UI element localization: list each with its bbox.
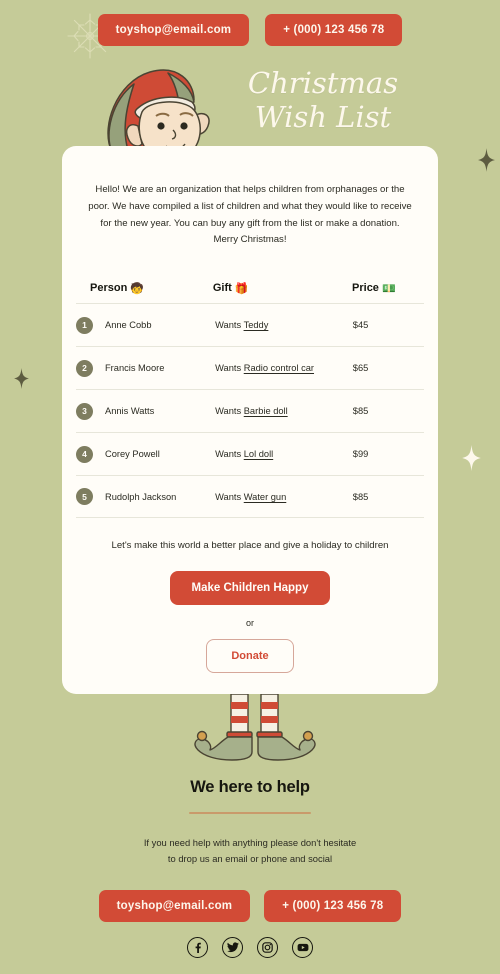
cell-price: $99 [352, 449, 369, 460]
row-number-badge: 1 [76, 316, 93, 334]
cell-gift-wants: Wants [215, 363, 242, 374]
table-row[interactable]: 5 Rudolph Jackson Wants Water gun $85 [76, 475, 424, 519]
page-title-line1: Christmas [247, 66, 399, 100]
cell-gift: Wants Barbie doll [215, 406, 353, 416]
table-header-row: Person 🧒 Gift 🎁 Price 💵 [76, 273, 424, 303]
sparkle-star-icon [462, 445, 481, 471]
cell-person: Francis Moore [105, 363, 165, 374]
cell-person: Anne Cobb [105, 320, 152, 331]
instagram-icon[interactable] [257, 936, 278, 958]
cell-gift-name[interactable]: Teddy [244, 320, 269, 330]
header-email-button[interactable]: toyshop@email.com [97, 14, 250, 46]
or-label: or [245, 618, 254, 629]
page-title-line2: Wish List [254, 100, 392, 135]
money-emoji-icon: 💵 [381, 282, 396, 295]
twitter-icon[interactable] [222, 936, 243, 958]
footer-text-line2: to drop us an email or phone and social [167, 853, 333, 865]
header-phone-button[interactable]: + (000) 123 456 78 [265, 14, 403, 46]
footer-title: We here to help [190, 778, 310, 796]
email-page: toyshop@email.com + (000) 123 456 78 Chr… [0, 0, 500, 974]
footer-text: If you need help with anything please do… [0, 835, 500, 868]
cell-gift-wants: Wants [215, 491, 242, 502]
sparkle-star-icon [478, 148, 495, 172]
footer-email-button[interactable]: toyshop@email.com [98, 889, 251, 922]
cell-gift-name[interactable]: Radio control car [244, 363, 314, 373]
page-title: Christmas Wish List [228, 66, 418, 134]
donate-button[interactable]: Donate [206, 639, 294, 674]
facebook-icon[interactable] [187, 936, 208, 958]
footer-phone-button[interactable]: + (000) 123 456 78 [264, 889, 402, 922]
cell-gift-wants: Wants [215, 406, 242, 417]
row-number-badge: 3 [76, 402, 93, 420]
cta-text: Let's make this world a better place and… [111, 540, 389, 552]
gift-emoji-icon: 🎁 [234, 282, 249, 295]
cell-price: $85 [352, 406, 369, 417]
column-header-person: Person 🧒 [90, 282, 213, 295]
cell-person: Annis Watts [105, 406, 155, 417]
cta-actions: Make Children Happy or Donate [62, 571, 438, 674]
cell-gift-name[interactable]: Lol doll [244, 449, 273, 459]
sparkle-star-icon [14, 368, 29, 389]
row-number-badge: 4 [76, 445, 93, 463]
cell-price: $45 [352, 320, 369, 331]
column-header-price: Price 💵 [352, 282, 424, 295]
child-emoji-icon: 🧒 [130, 282, 144, 295]
footer-contact-buttons: toyshop@email.com + (000) 123 456 78 [0, 889, 500, 922]
elf-legs-illustration [176, 693, 324, 764]
row-number-badge: 5 [76, 488, 93, 506]
cell-person: Rudolph Jackson [105, 491, 177, 502]
cell-gift-wants: Wants [215, 449, 242, 460]
column-header-gift-label: Gift [212, 282, 232, 295]
cell-gift-name[interactable]: Water gun [244, 492, 287, 502]
footer: We here to help If you need help with an… [0, 778, 500, 958]
social-links [0, 936, 500, 958]
youtube-icon[interactable] [292, 936, 313, 958]
cell-gift: Wants Water gun [215, 492, 353, 502]
column-header-price-label: Price [352, 282, 379, 295]
table-row[interactable]: 1 Anne Cobb Wants Teddy $45 [76, 303, 424, 346]
make-children-happy-button[interactable]: Make Children Happy [169, 571, 331, 606]
cell-gift: Wants Lol doll [215, 449, 353, 459]
cell-gift-name[interactable]: Barbie doll [244, 406, 288, 416]
footer-text-line1: If you need help with anything please do… [143, 837, 357, 848]
main-card: Hello! We are an organization that helps… [62, 146, 438, 694]
table-row[interactable]: 3 Annis Watts Wants Barbie doll $85 [76, 389, 424, 432]
cell-gift: Wants Radio control car [215, 363, 353, 373]
wishlist-table: Person 🧒 Gift 🎁 Price 💵 1 Anne Cobb Want… [76, 273, 424, 519]
table-row[interactable]: 4 Corey Powell Wants Lol doll $99 [76, 432, 424, 475]
table-row[interactable]: 2 Francis Moore Wants Radio control car … [76, 346, 424, 389]
cell-gift-wants: Wants [215, 320, 242, 331]
footer-divider [189, 812, 311, 814]
cell-price: $65 [352, 363, 369, 374]
cell-gift: Wants Teddy [215, 320, 353, 330]
cell-price: $85 [352, 491, 369, 502]
column-header-gift: Gift 🎁 [213, 282, 352, 295]
intro-text: Hello! We are an organization that helps… [88, 184, 412, 246]
row-number-badge: 2 [76, 359, 93, 377]
column-header-person-label: Person [90, 282, 128, 295]
cell-person: Corey Powell [105, 449, 160, 460]
header-contact-bar: toyshop@email.com + (000) 123 456 78 [0, 14, 500, 46]
